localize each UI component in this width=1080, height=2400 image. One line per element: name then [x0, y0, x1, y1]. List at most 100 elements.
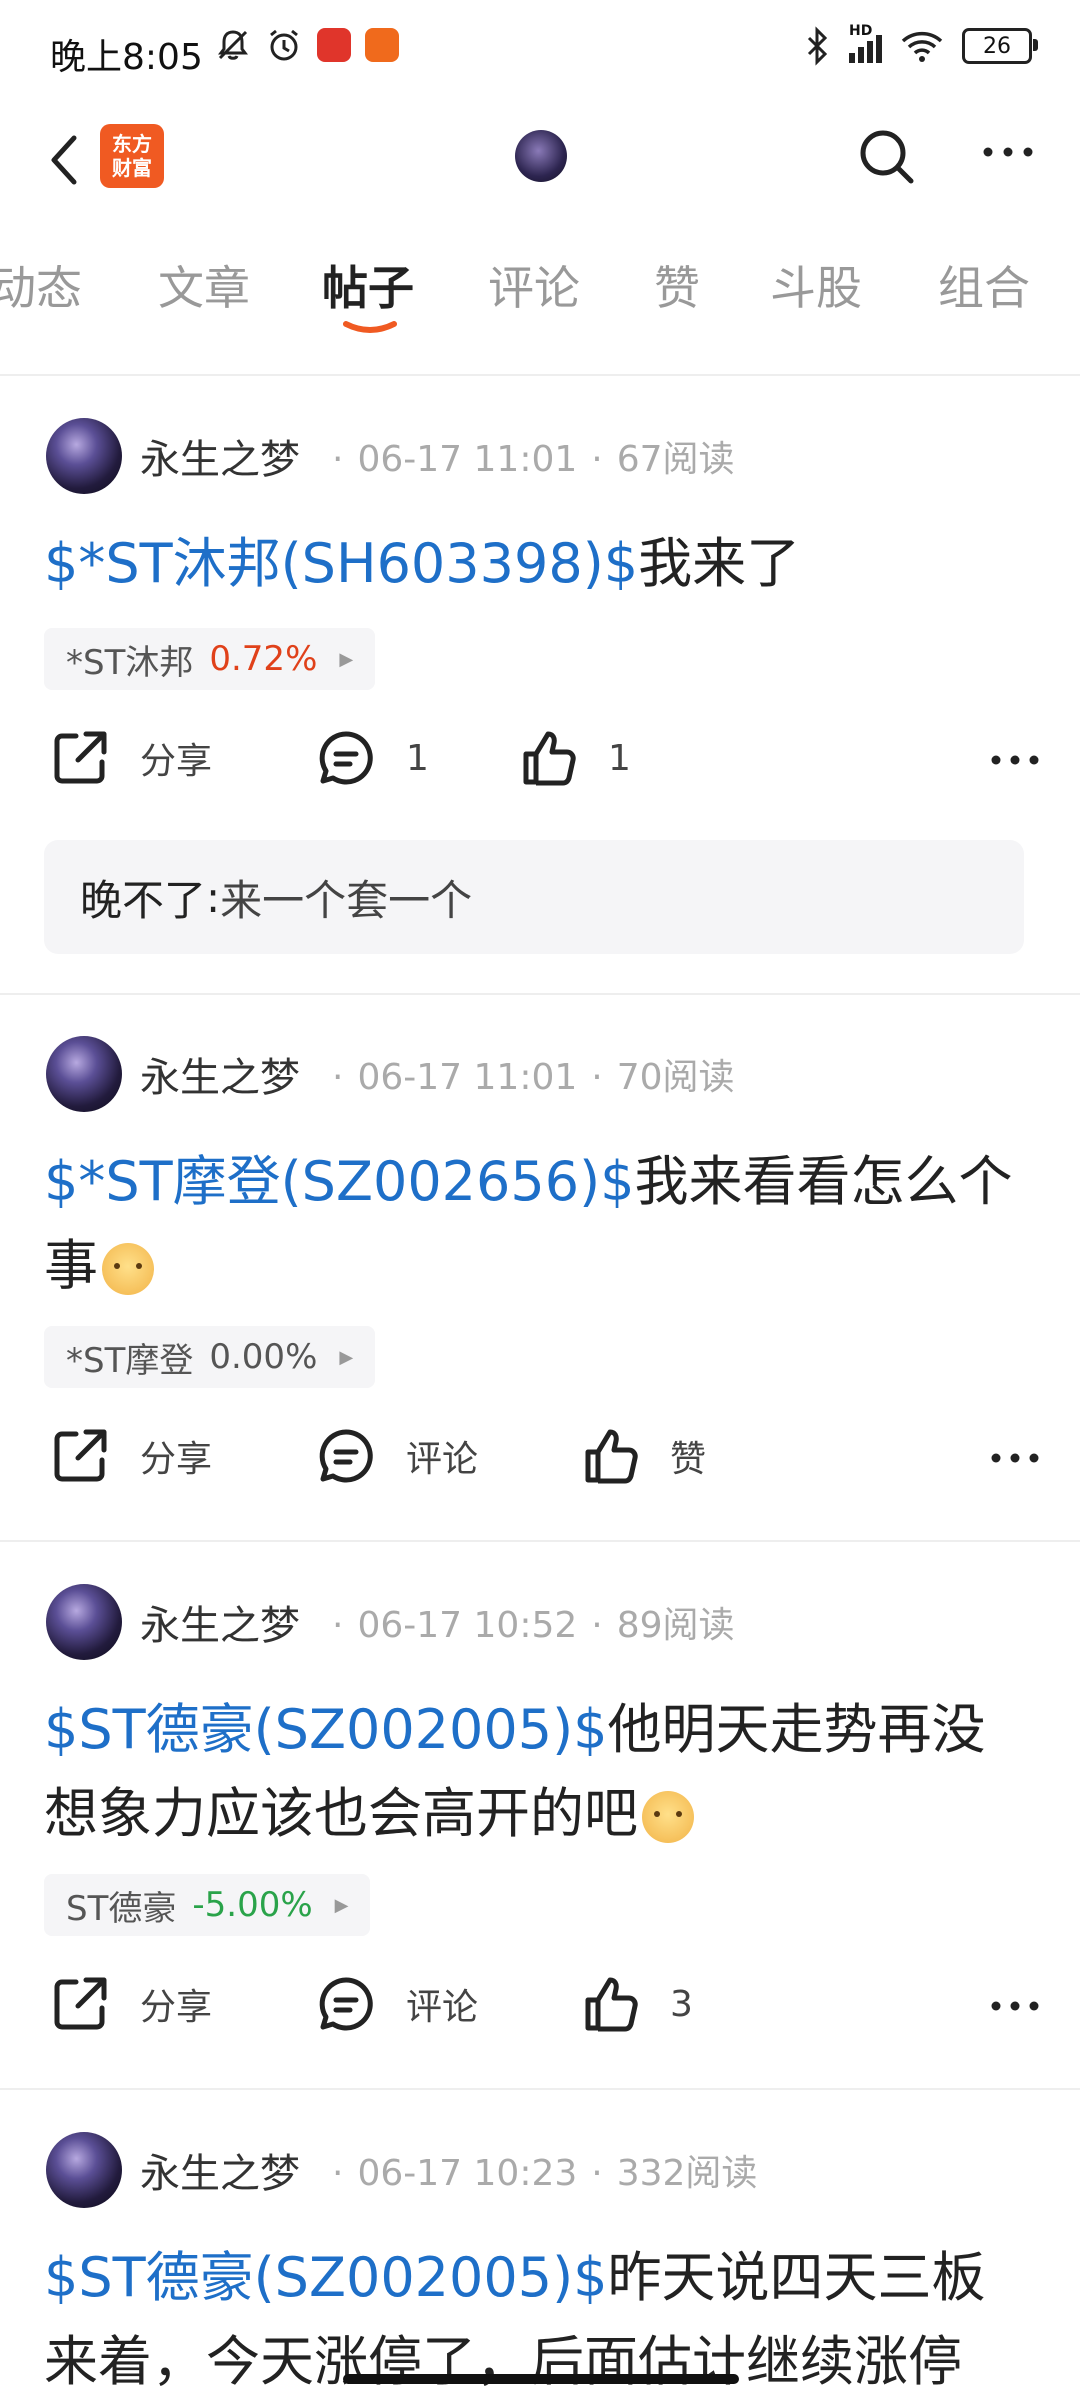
comment-preview[interactable]: 晚不了: 来一个套一个: [44, 840, 1024, 954]
status-time: 晚上8:05: [50, 37, 203, 78]
tab-likes[interactable]: 赞: [654, 252, 700, 318]
tab-posts[interactable]: 帖子: [322, 252, 414, 318]
stock-ticker-link[interactable]: $ST德豪(SZ002005)$: [44, 1698, 608, 1761]
post-more-icon[interactable]: [990, 1448, 1040, 1468]
comment-label: 评论: [406, 1439, 479, 1480]
tab-dynamics[interactable]: 动态: [0, 252, 82, 318]
share-icon: [54, 731, 107, 784]
comment-separator: :: [206, 872, 221, 922]
stock-change: -5.00%: [192, 1885, 313, 1925]
status-notification-icons: [215, 26, 399, 64]
bluetooth-icon: [807, 26, 828, 66]
post-actions: 分享 1 1: [0, 728, 1080, 808]
like-count: 1: [608, 737, 631, 779]
tab-stock-battles[interactable]: 斗股: [770, 252, 862, 318]
comment-user[interactable]: 晚不了: [80, 867, 206, 928]
post-more-icon[interactable]: [990, 1996, 1040, 2016]
share-label: 分享: [140, 1439, 213, 1480]
status-bar: 晚上8:05 HD 26: [0, 0, 1080, 100]
stock-chip[interactable]: *ST沐邦 0.72% ▶: [44, 628, 376, 690]
play-arrow-icon: ▶: [339, 1346, 354, 1368]
comment-icon: [319, 731, 373, 785]
play-arrow-icon: ▶: [334, 1894, 349, 1916]
author-avatar[interactable]: [46, 1036, 122, 1112]
stock-ticker-link[interactable]: $*ST摩登(SZ002656)$: [44, 1150, 635, 1213]
share-label: 分享: [140, 1987, 213, 2028]
post-author-row: 永生之梦 · 06-17 11:01 · 67阅读: [46, 416, 735, 496]
share-button[interactable]: 分享: [50, 1974, 212, 2034]
post-actions: 分享 评论 3: [0, 1974, 1080, 2054]
logo-line1: 东方: [112, 132, 152, 156]
app-logo[interactable]: 东方 财富: [100, 124, 164, 188]
share-button[interactable]: 分享: [50, 1426, 212, 1486]
tab-articles[interactable]: 文章: [158, 252, 250, 318]
stock-ticker-link[interactable]: $*ST沐邦(SH603398)$: [44, 532, 638, 595]
post-time: 06-17 11:01: [357, 1057, 578, 1098]
post-text: 昨天说四天三板: [607, 2246, 986, 2309]
author-avatar[interactable]: [46, 2132, 122, 2208]
tab-comments[interactable]: 评论: [488, 252, 580, 318]
post-text-line2: 事: [44, 1234, 98, 1297]
app-notification-icon: [317, 28, 351, 62]
comment-button[interactable]: 评论: [316, 1426, 478, 1486]
post-meta: · 06-17 11:01 · 70阅读: [332, 1057, 735, 1098]
wifi-icon: [901, 31, 943, 62]
thumbs-up-icon: [523, 731, 576, 786]
author-name[interactable]: 永生之梦: [140, 1045, 300, 1103]
author-name[interactable]: 永生之梦: [140, 1593, 300, 1651]
comment-label: 评论: [406, 1987, 479, 2028]
stock-name: ST德豪: [66, 1888, 177, 1929]
divider: [0, 993, 1080, 995]
stock-ticker-link[interactable]: $ST德豪(SZ002005)$: [44, 2246, 608, 2309]
share-button[interactable]: 分享: [50, 728, 212, 788]
like-label: 赞: [670, 1439, 707, 1480]
stock-name: *ST沐邦: [66, 642, 194, 683]
divider: [0, 2088, 1080, 2090]
signal-icon: HD: [849, 23, 882, 63]
post-text: 我来了: [638, 532, 801, 595]
post-card[interactable]: 永生之梦 · 06-17 10:52 · 89阅读 $ST德豪(SZ002005)$他…: [0, 1582, 1080, 2082]
author-avatar[interactable]: [46, 1584, 122, 1660]
post-card[interactable]: 永生之梦 · 06-17 11:01 · 67阅读 $*ST沐邦(SH603398)$…: [0, 416, 1080, 996]
post-content[interactable]: $*ST沐邦(SH603398)$我来了: [44, 522, 1044, 606]
divider: [0, 1540, 1080, 1542]
stock-chip[interactable]: *ST摩登 0.00% ▶: [44, 1326, 376, 1388]
doge-emoji-icon: [102, 1243, 154, 1296]
author-avatar[interactable]: [46, 418, 122, 494]
back-arrow-icon[interactable]: [40, 128, 90, 192]
author-name[interactable]: 永生之梦: [140, 2141, 300, 2199]
comment-icon: [319, 1429, 373, 1483]
post-time: 06-17 10:52: [357, 1605, 578, 1646]
post-content[interactable]: $ST德豪(SZ002005)$他明天走势再没 想象力应该也会高开的吧: [44, 1688, 1044, 1856]
post-card[interactable]: 永生之梦 · 06-17 11:01 · 70阅读 $*ST摩登(SZ002656)$…: [0, 1034, 1080, 1534]
like-button[interactable]: 1: [518, 728, 631, 788]
app-notification-icon-2: [365, 28, 399, 62]
more-options-icon[interactable]: [980, 140, 1036, 164]
post-more-icon[interactable]: [990, 750, 1040, 770]
post-reads: 67阅读: [616, 439, 735, 480]
battery-icon: 26: [962, 28, 1038, 64]
tab-bar: 动态 文章 帖子 评论 赞 斗股 组合: [0, 232, 1080, 333]
stock-chip[interactable]: ST德豪 -5.00% ▶: [44, 1874, 371, 1936]
profile-avatar[interactable]: [515, 130, 567, 182]
thumbs-up-icon: [585, 1429, 638, 1484]
active-tab-indicator: [343, 321, 397, 333]
home-indicator[interactable]: [343, 2374, 739, 2384]
top-bar: 东方 财富: [0, 110, 1080, 210]
author-name[interactable]: 永生之梦: [140, 427, 300, 485]
tab-portfolios[interactable]: 组合: [938, 252, 1030, 318]
post-card[interactable]: 永生之梦 · 06-17 10:23 · 332阅读 $ST德豪(SZ002005)$…: [0, 2130, 1080, 2400]
post-author-row: 永生之梦 · 06-17 11:01 · 70阅读: [46, 1034, 735, 1114]
post-meta: · 06-17 10:23 · 332阅读: [332, 2153, 758, 2194]
like-button[interactable]: 3: [580, 1974, 693, 2034]
comment-text: 来一个套一个: [220, 875, 473, 925]
comment-button[interactable]: 评论: [316, 1974, 478, 2034]
share-icon: [54, 1429, 107, 1482]
divider: [0, 374, 1080, 376]
post-content[interactable]: $*ST摩登(SZ002656)$我来看看怎么个 事: [44, 1140, 1044, 1308]
bell-muted-icon: [218, 30, 248, 60]
like-count: 3: [670, 1983, 693, 2025]
search-icon[interactable]: [855, 125, 919, 189]
comment-button[interactable]: 1: [316, 728, 429, 788]
like-button[interactable]: 赞: [580, 1426, 706, 1486]
